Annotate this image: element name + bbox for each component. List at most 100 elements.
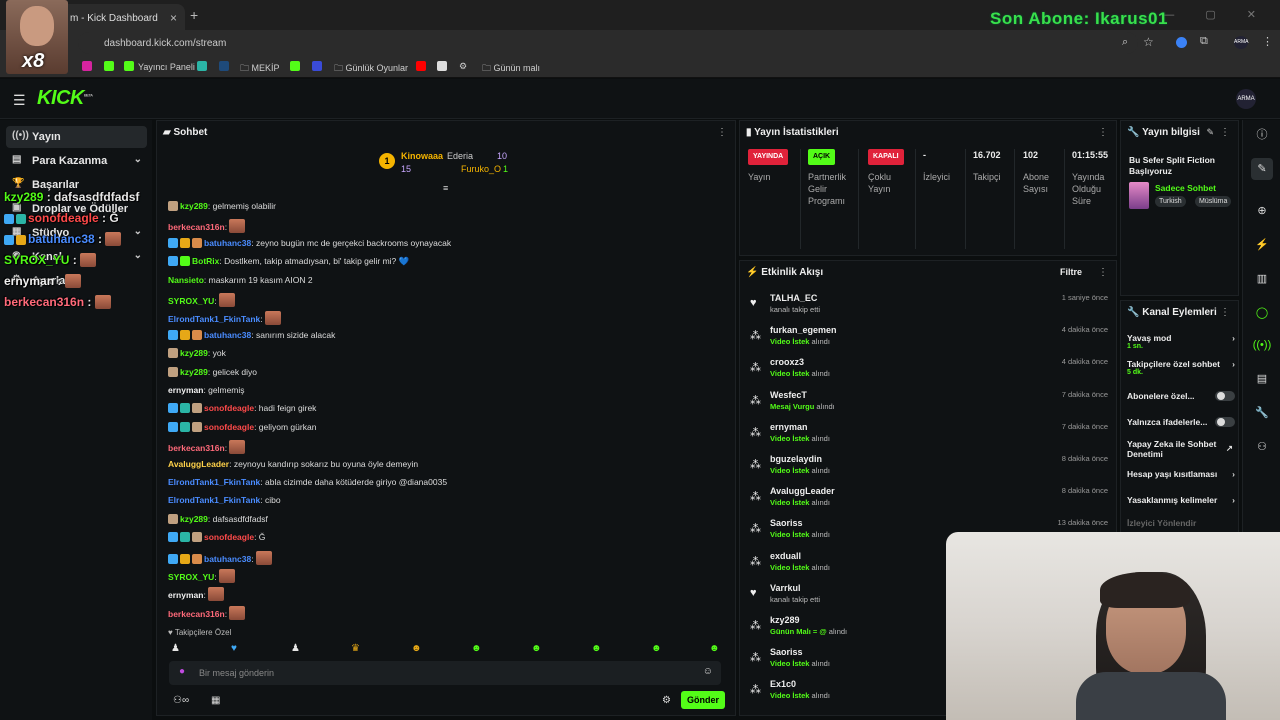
activity-username[interactable]: kzy289 <box>770 615 800 625</box>
close-tab-icon[interactable]: × <box>170 11 177 25</box>
channel-actions-menu-icon[interactable]: ⋮ <box>1220 307 1230 318</box>
zoom-icon[interactable]: ⌕ <box>1122 36 1128 49</box>
avatar[interactable]: ARMA <box>1236 89 1256 109</box>
chat-username[interactable]: Nansieto <box>168 275 204 285</box>
send-button[interactable]: Gönder <box>681 691 725 709</box>
activity-item[interactable]: ⁂ furkan_egemen Video İstek alındı 4 dakika… <box>748 325 1110 355</box>
chat-username[interactable]: sonofdeagle <box>204 422 254 432</box>
chat-username[interactable]: batuhanc38 <box>204 238 251 248</box>
chat-username[interactable]: SYROX_YU <box>168 572 214 582</box>
profile-icon[interactable]: ARMA <box>1234 36 1248 49</box>
emote-icon[interactable]: ♥ <box>231 643 237 654</box>
window-controls[interactable]: — ▢ ✕ <box>1163 8 1270 21</box>
terminal-bookmark-icon[interactable] <box>219 61 233 72</box>
activity-username[interactable]: exduall <box>770 551 801 561</box>
sidebar-item-yayin[interactable]: ((•)) Yayın <box>6 126 147 148</box>
tag-pill[interactable]: Müslüma <box>1195 196 1232 207</box>
category-link[interactable]: Sadece Sohbet <box>1155 183 1216 193</box>
emote-icon[interactable]: ☻ <box>651 643 662 654</box>
chat-message-input[interactable]: ● Bir mesaj gönderin ☺ <box>169 661 721 685</box>
chat-username[interactable]: berkecan316n <box>168 443 225 453</box>
activity-username[interactable]: TALHA_EC <box>770 293 817 303</box>
activity-username[interactable]: Saoriss <box>770 647 803 657</box>
kick2-bookmark-icon[interactable] <box>290 61 304 72</box>
chat-username[interactable]: ElrondTank1_FkinTank <box>168 314 260 324</box>
emoji-picker-icon[interactable]: ☺ <box>703 666 713 677</box>
activity-menu-icon[interactable]: ⋮ <box>1098 267 1108 278</box>
layout-icon[interactable]: ▤ <box>1251 368 1273 390</box>
activity-item[interactable]: ⁂ bguzelaydin Video İstek alındı 8 dakika ö… <box>748 454 1110 484</box>
extensions-puzzle-icon[interactable]: ⧉ <box>1200 35 1208 48</box>
chat-username[interactable]: ElrondTank1_FkinTank <box>168 495 260 505</box>
activity-username[interactable]: crooxz3 <box>770 357 804 367</box>
kick-bookmark-icon[interactable] <box>104 61 118 72</box>
store-icon[interactable]: ▦ <box>211 695 220 706</box>
emote-only-action[interactable]: Yalnızca ifadelerle... <box>1127 417 1235 427</box>
activity-username[interactable]: bguzelaydin <box>770 454 822 464</box>
emote-icon[interactable]: ♟ <box>171 643 180 654</box>
emote-only-toggle[interactable] <box>1215 417 1235 427</box>
bookmark-mekip[interactable]: 🗀 MEKİP <box>240 61 280 77</box>
kick-logo[interactable]: KICKBETA <box>37 87 93 110</box>
tag-pill[interactable]: Turkish <box>1155 196 1186 207</box>
followers-only-action[interactable]: Takipçilere özel sohbet 5 dk. › <box>1127 359 1235 376</box>
emote-icon[interactable]: ☻ <box>709 643 720 654</box>
emote-icon[interactable]: ♛ <box>351 643 360 654</box>
star-icon[interactable]: ☆ <box>1143 35 1154 49</box>
url-field[interactable]: dashboard.kick.com/stream <box>78 32 1138 54</box>
activity-item[interactable]: ⁂ crooxz3 Video İstek alındı 4 dakika önce <box>748 357 1110 387</box>
new-tab-icon[interactable]: + <box>190 7 198 23</box>
emote-icon[interactable]: ♟ <box>291 643 300 654</box>
youtube-bookmark-icon[interactable] <box>416 61 430 72</box>
users-icon[interactable]: ⚇ <box>1251 436 1273 458</box>
chat-username[interactable]: batuhanc38 <box>204 554 251 564</box>
app-bookmark-icon[interactable] <box>197 61 211 72</box>
filter-button[interactable]: Filtre <box>1060 267 1082 277</box>
stats-icon[interactable]: ▥ <box>1251 268 1273 290</box>
subscribers-only-toggle[interactable] <box>1215 391 1235 401</box>
bookmark-yayinci-paneli[interactable]: Yayıncı Paneli <box>124 61 195 72</box>
chat-username[interactable]: batuhanc38 <box>204 330 251 340</box>
chat-username[interactable]: berkecan316n <box>168 609 225 619</box>
activity-username[interactable]: Varrkul <box>770 583 801 593</box>
emote-icon[interactable]: ☻ <box>411 643 422 654</box>
emote-icon[interactable]: ☻ <box>591 643 602 654</box>
chat-username[interactable]: SYROX_YU <box>168 296 214 306</box>
activity-username[interactable]: Saoriss <box>770 518 803 528</box>
pause-scroll-icon[interactable]: ≡ <box>443 183 448 193</box>
microphone-icon[interactable]: ● <box>179 666 185 677</box>
activity-item[interactable]: ♥ TALHA_EC kanalı takip etti 1 saniye önce <box>748 293 1110 323</box>
chat-username[interactable]: ernyman <box>168 590 203 600</box>
slow-mode-action[interactable]: Yavaş mod 1 sn. › <box>1127 333 1235 350</box>
bookmark-gunun-mali[interactable]: 🗀 Günün malı <box>482 61 540 77</box>
chat-username[interactable]: sonofdeagle <box>204 532 254 542</box>
banned-words-action[interactable]: Yasaklanmış kelimeler › <box>1127 495 1235 505</box>
activity-item[interactable]: ⁂ WesfecT Mesaj Vurgu alındı 7 dakika önce <box>748 390 1110 420</box>
openai-bookmark-icon[interactable]: ⚙ <box>459 61 467 72</box>
chat-menu-icon[interactable]: ⋮ <box>717 127 727 138</box>
stream-info-menu-icon[interactable]: ⋮ <box>1220 127 1230 138</box>
activity-username[interactable]: AvaluggLeader <box>770 486 835 496</box>
sidebar-item-para-kazanma[interactable]: ▤ Para Kazanma ⌄ <box>6 150 147 172</box>
chat-icon[interactable]: ◯ <box>1251 302 1273 324</box>
browser-menu-icon[interactable]: ⋮ <box>1262 35 1273 48</box>
chat-username[interactable]: berkecan316n <box>168 222 225 232</box>
chat-username[interactable]: kzy289 <box>180 348 208 358</box>
discord-bookmark-icon[interactable] <box>312 61 326 72</box>
chat-username[interactable]: AvaluggLeader <box>168 459 229 469</box>
ai-moderation-action[interactable]: Yapay Zeka ile Sohbet Denetimi ↗ <box>1127 439 1233 459</box>
edit-icon[interactable]: ✎ <box>1251 158 1273 180</box>
activity-username[interactable]: ernyman <box>770 422 808 432</box>
chat-settings-gear-icon[interactable]: ⚙ <box>662 695 671 706</box>
bookmark-gunluk-oyunlar[interactable]: 🗀 Günlük Oyunlar <box>334 61 408 77</box>
instagram-bookmark-icon[interactable] <box>82 61 96 72</box>
info-icon[interactable]: ⓘ <box>1251 124 1273 146</box>
wrench-icon[interactable]: 🔧 <box>1251 402 1273 424</box>
account-age-action[interactable]: Hesap yaşı kısıtlaması › <box>1127 469 1235 479</box>
emote-icon[interactable]: ☻ <box>471 643 482 654</box>
activity-username[interactable]: furkan_egemen <box>770 325 837 335</box>
activity-username[interactable]: Ex1c0 <box>770 679 796 689</box>
broadcast-icon[interactable]: ((•)) <box>1251 334 1273 356</box>
raid-action[interactable]: İzleyici Yönlendir <box>1127 518 1235 528</box>
stats-menu-icon[interactable]: ⋮ <box>1098 127 1108 138</box>
